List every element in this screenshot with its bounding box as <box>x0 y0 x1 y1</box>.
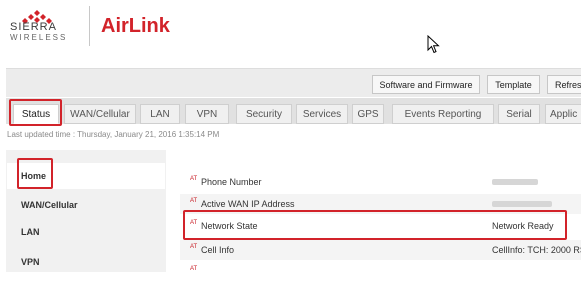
status-tab-highlight <box>9 99 62 126</box>
at-badge: AT <box>190 198 198 204</box>
refresh-button[interactable]: Refresh <box>547 75 581 94</box>
brand-name: AirLink <box>101 15 170 37</box>
tab-wan-cellular[interactable]: WAN/Cellular <box>64 104 136 124</box>
status-row-next: AT <box>180 262 581 282</box>
tab-security[interactable]: Security <box>236 104 292 124</box>
tab-gps[interactable]: GPS <box>352 104 384 124</box>
logo-subtext: WIRELESS <box>10 33 68 42</box>
home-highlight <box>17 158 53 189</box>
tab-vpn[interactable]: VPN <box>185 104 229 124</box>
network-state-highlight <box>183 210 567 240</box>
logo-text: SIERRA <box>10 21 57 33</box>
last-updated-text: Last updated time : Thursday, January 21… <box>7 130 220 139</box>
tab-applications[interactable]: Applic <box>545 104 581 124</box>
redacted-value <box>492 179 538 185</box>
template-button[interactable]: Template <box>487 75 540 94</box>
sidebar-item-vpn[interactable]: VPN <box>7 249 165 275</box>
at-badge: AT <box>190 266 198 272</box>
tab-lan[interactable]: LAN <box>140 104 180 124</box>
sidebar-item-wan-cellular[interactable]: WAN/Cellular <box>7 192 165 218</box>
row-label: Phone Number <box>201 177 262 187</box>
logo-divider <box>89 6 90 46</box>
at-badge: AT <box>190 176 198 182</box>
status-row-cell-info: AT Cell Info CellInfo: TCH: 2000 RS <box>180 240 581 260</box>
tab-events-reporting[interactable]: Events Reporting <box>392 104 494 124</box>
row-value: CellInfo: TCH: 2000 RS <box>492 245 581 255</box>
sidebar-item-lan[interactable]: LAN <box>7 219 165 245</box>
tab-services[interactable]: Services <box>296 104 348 124</box>
mouse-cursor-icon <box>427 35 440 54</box>
tab-serial[interactable]: Serial <box>498 104 540 124</box>
redacted-value <box>492 201 552 207</box>
at-badge: AT <box>190 244 198 250</box>
row-label: Cell Info <box>201 245 235 255</box>
software-firmware-button[interactable]: Software and Firmware <box>372 75 480 94</box>
status-row-phone: AT Phone Number <box>180 172 581 192</box>
